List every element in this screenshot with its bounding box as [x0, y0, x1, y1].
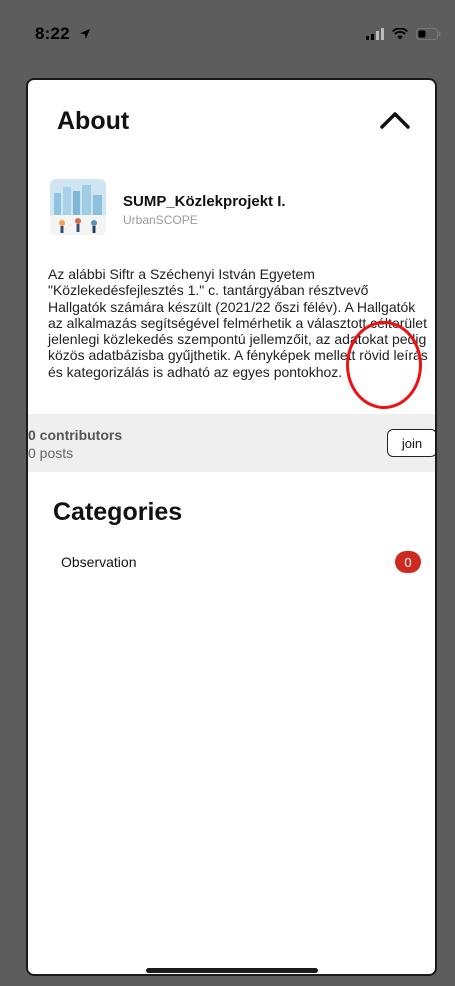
- clock-text: 8:22: [35, 24, 70, 43]
- posts-count: 0 posts: [28, 445, 74, 461]
- project-thumbnail: [50, 179, 106, 235]
- highlight-annotation-circle: [346, 321, 422, 409]
- project-header: SUMP_Közlekprojekt I. UrbanSCOPE: [50, 179, 420, 235]
- about-title: About: [57, 107, 130, 135]
- about-panel: About SUMP_Közlekprojekt I. UrbanSCOPE A…: [26, 78, 437, 976]
- status-time: 8:22: [35, 24, 91, 45]
- join-button[interactable]: join: [387, 429, 435, 457]
- category-count-badge: 0: [395, 551, 421, 573]
- project-name: SUMP_Közlekprojekt I.: [123, 193, 286, 210]
- contributors-count: 0 contributors: [28, 427, 123, 443]
- status-icons: [366, 27, 441, 45]
- chevron-up-icon: [380, 111, 410, 134]
- status-bar: 8:22: [0, 0, 455, 72]
- signal-icon: [366, 27, 384, 45]
- category-item-observation[interactable]: Observation 0: [61, 551, 421, 577]
- categories-title: Categories: [53, 498, 183, 526]
- home-indicator: [146, 968, 318, 973]
- location-arrow-icon: [79, 25, 91, 45]
- project-organization: UrbanSCOPE: [123, 213, 198, 227]
- battery-icon: [416, 27, 441, 45]
- stats-band: 0 contributors 0 posts join: [28, 414, 435, 472]
- category-label: Observation: [61, 554, 137, 570]
- wifi-icon: [391, 27, 409, 45]
- collapse-button[interactable]: [377, 108, 413, 136]
